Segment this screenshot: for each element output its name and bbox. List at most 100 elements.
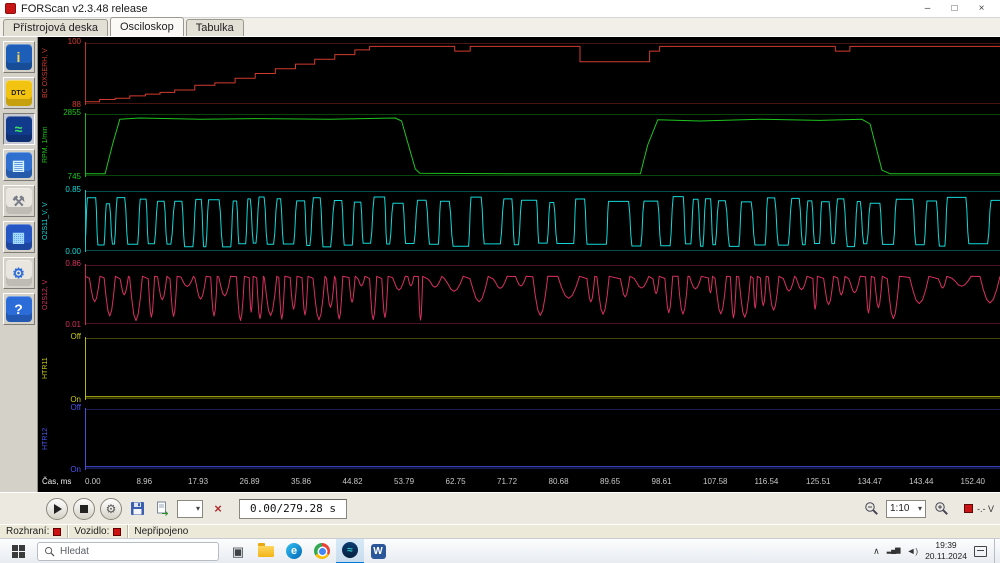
tab-dashboard[interactable]: Přístrojová deska [3,19,108,36]
play-icon [54,504,62,514]
channel-min-label: 745 [38,173,81,181]
windows-taskbar: Hledat ▣ e ≈ W ∧ ▂▄▆ ◄) 19:39 20.11.2024 [0,538,1000,563]
time-scale-value: 1:10 [890,503,909,514]
configuration-icon: ▦ [6,224,32,250]
word-button[interactable]: W [364,539,392,563]
time-axis: Čas, ms0.008.9617.9326.8935.8644.8253.79… [38,476,1000,488]
connection-status-text: Nepřipojeno [134,526,188,537]
time-tick-label: 17.93 [188,477,208,486]
sidebar: i DTC ≈ ▤ ⚒ ▦ ⚙? [0,37,38,492]
chrome-core [319,548,326,555]
time-tick-label: 44.82 [343,477,363,486]
main-area: i DTC ≈ ▤ ⚒ ▦ ⚙? BC OXSERH, V10088 RPM, 1/min28… [0,37,1000,492]
time-tick-label: 107.58 [703,477,727,486]
chevron-down-icon: ▾ [196,504,200,513]
scope-toolbar: ⚙ ▾ × 0.00/279.28 s 1:10▾ -.- V [0,492,1000,524]
tab-oscilloscope[interactable]: Osciloskop [110,17,184,36]
clock-date: 20.11.2024 [925,551,967,562]
channel-max-label: 2855 [38,109,81,117]
play-button[interactable] [46,498,68,520]
sidebar-service-button[interactable]: ⚒ [3,185,35,217]
vehicle-status: Vozidlo: [68,525,128,538]
taskbar-clock[interactable]: 19:39 20.11.2024 [925,540,967,561]
channel-max-label: 0.86 [38,260,81,268]
start-button[interactable] [4,539,32,563]
volume-icon[interactable]: ◄) [906,546,918,557]
window-title: FORScan v2.3.48 release [21,3,148,15]
interface-label: Rozhraní: [6,526,49,537]
time-tick-label: 8.96 [137,477,153,486]
channel-lane-o2s12: O2S12, V0.860.01 [38,264,1000,325]
channel-lane-rpm: RPM, 1/min2855745 [38,113,1000,177]
file-explorer-button[interactable] [252,539,280,563]
system-tray: ∧ ▂▄▆ ◄) 19:39 20.11.2024 [873,539,1000,563]
task-view-button[interactable]: ▣ [224,539,252,563]
channel-label-bc-oxserh: BC OXSERH, V [41,42,51,105]
time-tick-label: 53.79 [394,477,414,486]
tab-table[interactable]: Tabulka [186,19,244,36]
forscan-taskbar-button[interactable]: ≈ [336,539,364,563]
clear-icon: × [214,502,222,515]
stop-icon [80,505,88,513]
network-icon[interactable]: ▂▄▆ [887,546,900,556]
time-scale-select[interactable]: 1:10 ▾ [886,500,926,518]
oscilloscope-plot[interactable]: BC OXSERH, V10088 RPM, 1/min2855745 O2S11_… [38,37,1000,492]
playback-controls: ⚙ ▾ × 0.00/279.28 s [46,498,347,520]
channel-lane-bc-oxserh: BC OXSERH, V10088 [38,42,1000,105]
chrome-button[interactable] [308,539,336,563]
sidebar-settings-button[interactable]: ⚙ [3,257,35,289]
time-tick-label: 35.86 [291,477,311,486]
taskbar-search[interactable]: Hledat [37,542,219,561]
channel-max-label: Off [38,333,81,341]
maximize-button[interactable]: □ [941,1,968,17]
zoom-out-button[interactable] [861,499,881,519]
channel-color-swatch [964,504,973,513]
zoom-out-icon [864,501,879,516]
edge-button[interactable]: e [280,539,308,563]
word-icon: W [371,544,386,559]
view-mode-select[interactable]: ▾ [177,500,203,518]
zoom-controls: 1:10▾ -.- V [861,499,994,519]
time-tick-label: 98.61 [652,477,672,486]
oscilloscope-icon: ≈ [6,116,32,142]
tab-bar: Přístrojová deskaOsciloskopTabulka [0,18,1000,37]
clear-button[interactable]: × [208,499,228,519]
time-tick-label: 116.54 [755,477,779,486]
save-button[interactable] [127,499,147,519]
chevron-down-icon: ▾ [918,504,922,513]
close-button[interactable]: × [968,1,995,17]
interface-status: Rozhraní: [0,525,68,538]
sidebar-dtc-button[interactable]: DTC [3,77,35,109]
forscan-icon: ≈ [342,542,358,558]
title-bar: FORScan v2.3.48 release – □ × [0,0,1000,18]
channel-max-label: 100 [38,38,81,46]
channel-label-o2s11: O2S11_V, V [41,190,51,252]
tray-expand-button[interactable]: ∧ [873,546,880,556]
sidebar-tests-button[interactable]: ▤ [3,149,35,181]
zoom-in-button[interactable] [931,499,951,519]
window-controls: – □ × [914,1,995,17]
sidebar-vehicle-info-button[interactable]: i [3,41,35,73]
time-tick-label: 62.75 [446,477,466,486]
time-tick-label: 152.40 [961,477,985,486]
time-tick-label: 125.51 [806,477,830,486]
export-button[interactable] [152,499,172,519]
time-tick-label: 143.44 [909,477,933,486]
channel-max-label: 0.85 [38,186,81,194]
stop-button[interactable] [73,498,95,520]
service-icon: ⚒ [6,188,32,214]
chrome-icon [314,543,330,559]
sidebar-help-button[interactable]: ? [3,293,35,325]
show-desktop-button[interactable] [994,539,998,563]
tests-icon: ▤ [6,152,32,178]
action-center-icon[interactable] [974,546,987,557]
search-icon [44,546,55,557]
minimize-button[interactable]: – [914,1,941,17]
sidebar-configuration-button[interactable]: ▦ [3,221,35,253]
vehicle-status-led [113,528,121,536]
sidebar-oscilloscope-button[interactable]: ≈ [3,113,35,145]
scope-settings-button[interactable]: ⚙ [100,498,122,520]
vehicle-label: Vozidlo: [74,526,109,537]
help-icon: ? [6,296,32,322]
app-icon [5,3,16,14]
